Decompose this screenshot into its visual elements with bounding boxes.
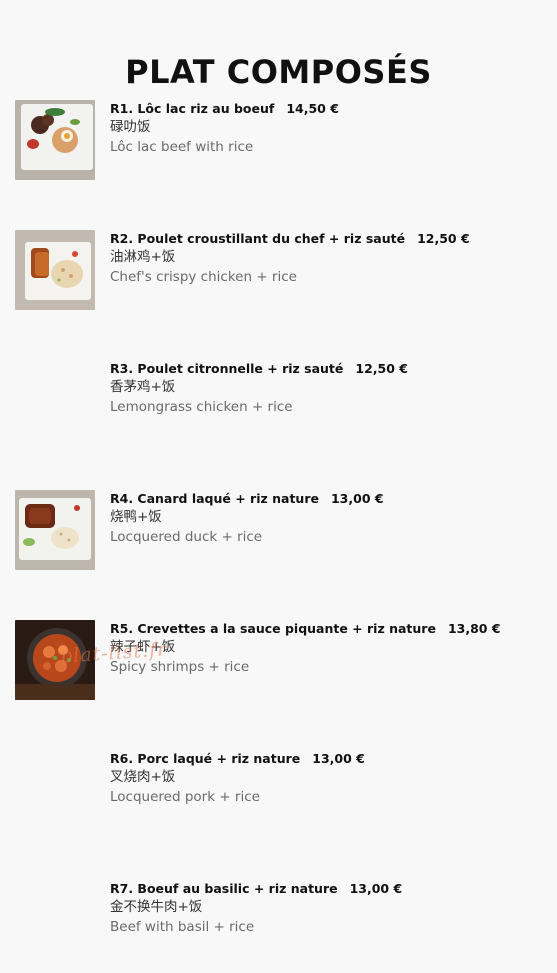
menu-item-r2[interactable]: R2. Poulet croustillant du chef + riz sa… [15, 230, 545, 312]
page-title: PLAT COMPOSÉS [125, 53, 432, 92]
dish-english-name: Spicy shrimps + rice [110, 659, 250, 675]
menu-item-r6[interactable]: R6. Porc laqué + riz nature 13,00 € 叉烧肉+饭… [15, 750, 545, 832]
dish-price: 14,50 € [286, 101, 339, 116]
dish-price: 13,00 € [312, 751, 365, 766]
dish-name: R4. Canard laqué + riz nature [110, 491, 319, 506]
dish-name: R7. Boeuf au basilic + riz nature [110, 881, 338, 896]
dish-name: R3. Poulet citronnelle + riz sauté [110, 361, 344, 376]
dish-price: 13,00 € [349, 881, 403, 896]
dish-photo-r4 [15, 490, 95, 570]
dish-name: R1. Lôc lac riz au boeuf [110, 101, 275, 116]
menu-item-r5[interactable]: R5. Crevettes a la sauce piquante + riz … [15, 620, 545, 702]
dish-chinese-name: 香茅鸡+饭 [110, 379, 176, 395]
menu-item-r3[interactable]: R3. Poulet citronnelle + riz sauté 12,50 … [15, 360, 545, 442]
dish-english-name: Chef's crispy chicken + rice [110, 269, 297, 285]
dish-price: 13,80 € [447, 621, 501, 636]
dish-name: R6. Porc laqué + riz nature [110, 751, 301, 766]
dish-chinese-name: 碌叻饭 [110, 119, 151, 135]
dish-chinese-name: 叉烧肉+饭 [110, 769, 176, 785]
dish-chinese-name: 烧鸭+饭 [110, 509, 162, 525]
dish-price: 12,50 € [417, 231, 470, 246]
dish-english-name: Beef with basil + rice [110, 919, 255, 935]
dish-english-name: Locquered pork + rice [110, 789, 260, 805]
dish-price: 13,00 € [330, 491, 384, 506]
dish-price: 12,50 € [355, 361, 408, 376]
dish-chinese-name: 辣子虾+饭 [110, 639, 176, 655]
menu-item-r7[interactable]: R7. Boeuf au basilic + riz nature 13,00 €… [15, 880, 545, 962]
dish-photo-r1 [15, 100, 95, 180]
dish-name: R5. Crevettes a la sauce piquante + riz … [110, 621, 436, 636]
dish-english-name: Locquered duck + rice [110, 529, 263, 545]
dish-chinese-name: 油淋鸡+饭 [110, 249, 176, 265]
dish-photo-r2 [15, 230, 95, 310]
menu-item-r4[interactable]: R4. Canard laqué + riz nature 13,00 € 烧鸭+… [15, 490, 545, 572]
dish-english-name: Lemongrass chicken + rice [110, 399, 293, 415]
dish-english-name: Lôc lac beef with rice [110, 139, 254, 155]
menu-item-r1[interactable]: R1. Lôc lac riz au boeuf 14,50 € 碌叻饭 Lôc … [15, 100, 545, 182]
dish-chinese-name: 金不换牛肉+饭 [110, 899, 203, 915]
dish-name: R2. Poulet croustillant du chef + riz sa… [110, 231, 406, 246]
dish-photo-r5 [15, 620, 95, 700]
